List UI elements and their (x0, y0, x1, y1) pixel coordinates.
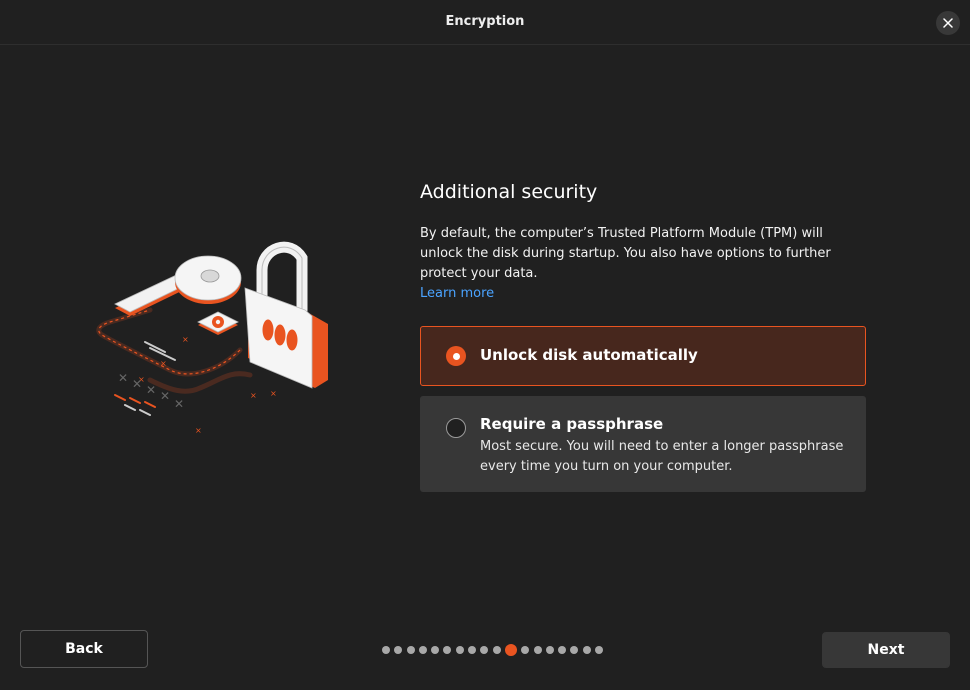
progress-dot (406, 646, 415, 654)
next-button[interactable]: Next (822, 632, 950, 668)
progress-dot (394, 646, 403, 654)
progress-dot (558, 646, 567, 654)
option-label: Require a passphrase (480, 415, 664, 433)
option-label: Unlock disk automatically (480, 346, 698, 364)
progress-dot (533, 646, 542, 654)
svg-text:×: × (270, 389, 277, 398)
progress-dot (545, 646, 554, 654)
progress-dot (468, 646, 477, 654)
page-description: By default, the computer’s Trusted Platf… (420, 224, 840, 304)
close-button[interactable] (936, 11, 960, 35)
content-panel: Additional security By default, the comp… (420, 178, 866, 304)
option-require-passphrase[interactable]: Require a passphrase Most secure. You wi… (420, 396, 866, 492)
padlock-icon (244, 241, 328, 389)
progress-dot (480, 646, 489, 654)
svg-text:✕: ✕ (132, 377, 142, 391)
window-title: Encryption (445, 14, 525, 29)
progress-dot (455, 646, 464, 654)
security-illustration: ××× ××× ✕ ✕ ✕ ✕✕ (96, 241, 328, 435)
progress-dot (521, 646, 530, 654)
progress-dot (582, 646, 591, 654)
svg-text:×: × (182, 335, 189, 344)
svg-text:×: × (160, 359, 167, 368)
option-unlock-automatically[interactable]: Unlock disk automatically (420, 326, 866, 386)
svg-text:✕: ✕ (160, 389, 170, 403)
progress-dot (492, 646, 501, 654)
option-subtitle: Most secure. You will need to enter a lo… (480, 439, 844, 474)
radio-unselected[interactable] (446, 418, 466, 438)
progress-dot (443, 646, 452, 654)
progress-dots (382, 644, 607, 656)
svg-text:✕: ✕ (174, 397, 184, 411)
svg-text:✕: ✕ (146, 383, 156, 397)
radio-selected[interactable] (446, 346, 466, 366)
gear-chip-icon (197, 311, 239, 335)
title-bar: Encryption (0, 0, 970, 45)
key-icon (114, 255, 242, 316)
close-icon (943, 18, 953, 28)
progress-dot (431, 646, 440, 654)
progress-dot (570, 646, 579, 654)
svg-text:×: × (250, 391, 257, 400)
learn-more-link[interactable]: Learn more (420, 284, 494, 304)
progress-dot (418, 646, 427, 654)
progress-dot (595, 646, 604, 654)
back-button[interactable]: Back (20, 630, 148, 668)
progress-dot (382, 646, 390, 654)
description-text: By default, the computer’s Trusted Platf… (420, 226, 831, 281)
svg-text:×: × (195, 426, 202, 435)
page-heading: Additional security (420, 181, 598, 203)
progress-dot-current (504, 644, 517, 656)
radio-dot (452, 352, 460, 360)
svg-text:✕: ✕ (118, 371, 128, 385)
